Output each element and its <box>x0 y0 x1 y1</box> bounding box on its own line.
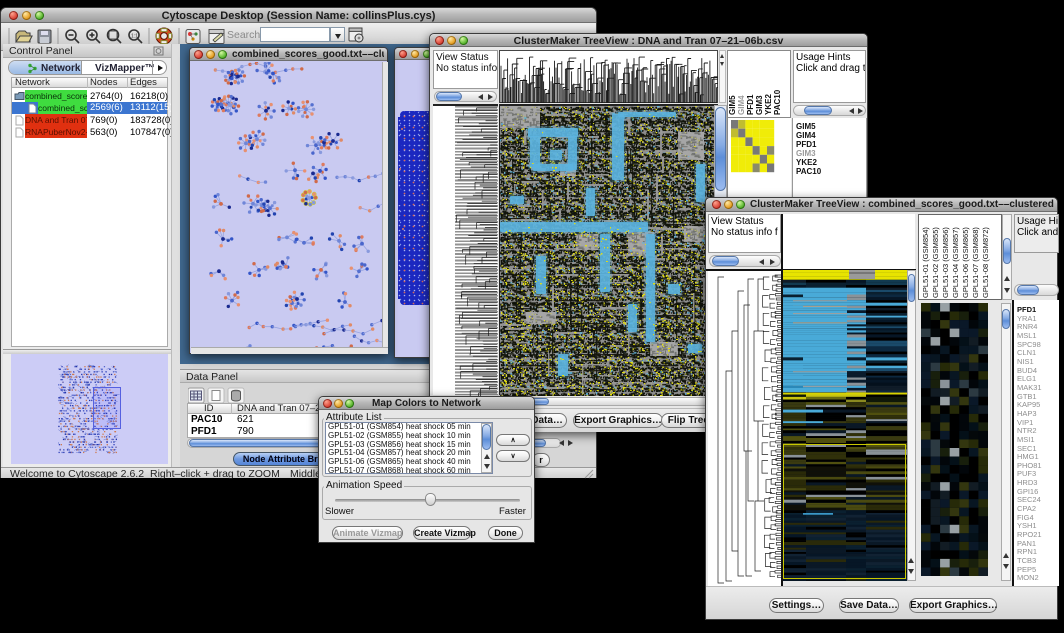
svg-text:GIM5: GIM5 <box>728 95 737 115</box>
svg-text:GIM3: GIM3 <box>755 95 764 115</box>
svg-text:YKE2: YKE2 <box>764 94 773 115</box>
svg-text:PFD1: PFD1 <box>746 94 755 115</box>
svg-text:GPL51-06 (GSM865): GPL51-06 (GSM865) <box>961 227 970 298</box>
svg-text:GIM4: GIM4 <box>737 95 746 115</box>
svg-text:GPL51-01 (GSM854): GPL51-01 (GSM854) <box>921 227 930 298</box>
svg-text:GPL51-03 (GSM856): GPL51-03 (GSM856) <box>941 227 950 298</box>
svg-text:1:1: 1:1 <box>131 34 138 40</box>
svg-text:GPL51-02 (GSM855): GPL51-02 (GSM855) <box>931 227 940 298</box>
svg-text:PAC10: PAC10 <box>773 89 782 115</box>
svg-text:GPL51-07 (GSM868): GPL51-07 (GSM868) <box>971 227 980 298</box>
svg-text:GPL51-08 (GSM872): GPL51-08 (GSM872) <box>981 227 990 298</box>
svg-text:GPL51-04 (GSM857): GPL51-04 (GSM857) <box>951 227 960 298</box>
